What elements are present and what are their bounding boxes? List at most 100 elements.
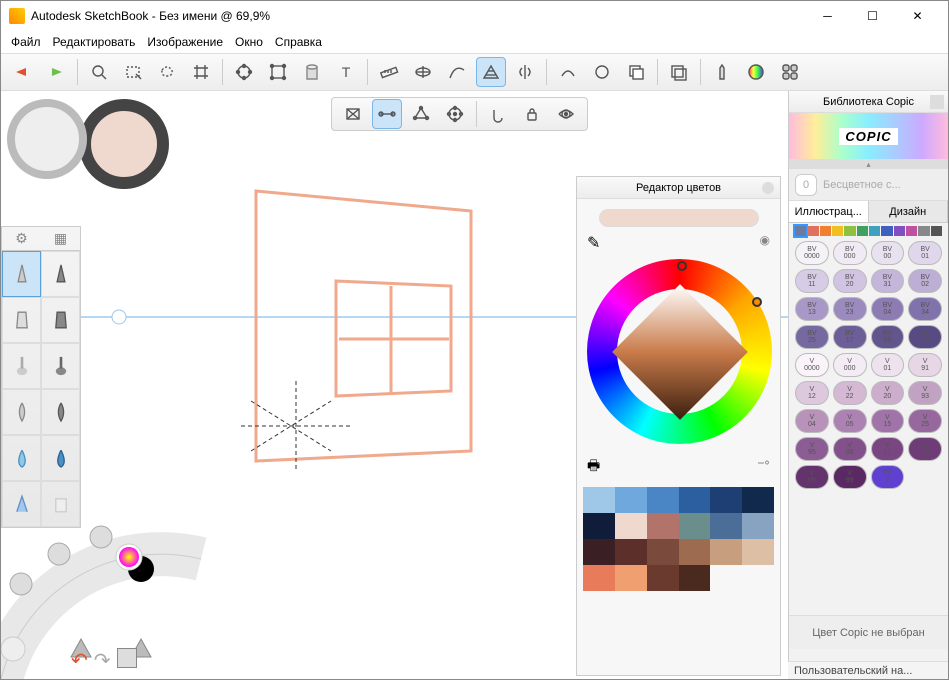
copic-chip-V28[interactable]: V28 bbox=[908, 437, 942, 461]
palette-swatch-13[interactable] bbox=[615, 539, 647, 565]
copic-hue-5[interactable] bbox=[857, 226, 868, 236]
brush-slot-0[interactable] bbox=[2, 251, 41, 297]
copic-chip-BV01[interactable]: BV01 bbox=[908, 241, 942, 265]
copic-hue-11[interactable] bbox=[931, 226, 942, 236]
lagoon-menu[interactable]: ↶ ↷ bbox=[1, 499, 221, 679]
ui-toggle-button[interactable] bbox=[775, 57, 805, 87]
copic-hue-10[interactable] bbox=[918, 226, 929, 236]
copic-chip-V12[interactable]: V12 bbox=[795, 381, 829, 405]
palette-swatch-16[interactable] bbox=[710, 539, 742, 565]
text-button[interactable]: T bbox=[331, 57, 361, 87]
add-image-button[interactable] bbox=[664, 57, 694, 87]
palette-swatch-19[interactable] bbox=[615, 565, 647, 591]
palette-swatch-11[interactable] bbox=[742, 513, 774, 539]
brush-puck-button[interactable] bbox=[707, 57, 737, 87]
copic-chip-BV34[interactable]: BV34 bbox=[908, 297, 942, 321]
transform-free-button[interactable] bbox=[229, 57, 259, 87]
copic-chip-V20[interactable]: V20 bbox=[871, 381, 905, 405]
close-button[interactable]: ✕ bbox=[895, 2, 940, 30]
copic-chip-V04[interactable]: V04 bbox=[795, 409, 829, 433]
select-lasso-button[interactable] bbox=[152, 57, 182, 87]
copic-hue-1[interactable] bbox=[807, 226, 818, 236]
hue-handle-2[interactable] bbox=[752, 297, 762, 307]
copic-hue-2[interactable] bbox=[820, 226, 831, 236]
undo-button[interactable] bbox=[7, 57, 37, 87]
persp-3pt-button[interactable] bbox=[406, 99, 436, 129]
copic-chip-BV13[interactable]: BV13 bbox=[795, 297, 829, 321]
palette-swatch-0[interactable] bbox=[583, 487, 615, 513]
color-puck-button[interactable] bbox=[741, 57, 771, 87]
redo-button[interactable] bbox=[41, 57, 71, 87]
copic-chip-BV25[interactable]: BV25 bbox=[795, 325, 829, 349]
minimize-button[interactable]: ─ bbox=[805, 2, 850, 30]
bucket-button[interactable] bbox=[297, 57, 327, 87]
snap-button[interactable] bbox=[483, 99, 513, 129]
palette-swatch-6[interactable] bbox=[583, 513, 615, 539]
palette-swatch-18[interactable] bbox=[583, 565, 615, 591]
copic-chip-V06[interactable]: V06 bbox=[833, 437, 867, 461]
copic-chip-BV23[interactable]: BV23 bbox=[833, 297, 867, 321]
copic-chip-V15[interactable]: V15 bbox=[871, 409, 905, 433]
lagoon-layers-icon[interactable] bbox=[117, 648, 137, 668]
palette-swatch-21[interactable] bbox=[679, 565, 711, 591]
color-wheel[interactable] bbox=[587, 259, 772, 444]
copic-chip-BV04[interactable]: BV04 bbox=[871, 297, 905, 321]
palette-swatch-3[interactable] bbox=[679, 487, 711, 513]
palette-swatch-12[interactable] bbox=[583, 539, 615, 565]
symmetry-button[interactable] bbox=[510, 57, 540, 87]
predictive-stroke-button[interactable] bbox=[553, 57, 583, 87]
copic-chip-V93[interactable]: V93 bbox=[908, 381, 942, 405]
distort-button[interactable] bbox=[263, 57, 293, 87]
copic-hue-3[interactable] bbox=[832, 226, 843, 236]
menu-image[interactable]: Изображение bbox=[147, 35, 223, 49]
palette-swatch-1[interactable] bbox=[615, 487, 647, 513]
menu-edit[interactable]: Редактировать bbox=[53, 35, 136, 49]
hue-handle[interactable] bbox=[677, 261, 687, 271]
copic-chip-BV0000[interactable]: BV0000 bbox=[795, 241, 829, 265]
ruler-button[interactable] bbox=[374, 57, 404, 87]
copic-chip-BV31[interactable]: BV31 bbox=[871, 269, 905, 293]
copic-chip-V17[interactable]: V17 bbox=[871, 437, 905, 461]
primary-color-puck[interactable] bbox=[7, 99, 87, 179]
copic-chip-BV00[interactable]: BV00 bbox=[871, 241, 905, 265]
copic-chip-BV17[interactable]: BV17 bbox=[833, 325, 867, 349]
brush-slot-1[interactable] bbox=[41, 251, 80, 297]
copic-chip-BV08[interactable]: BV08 bbox=[871, 325, 905, 349]
copic-hue-8[interactable] bbox=[894, 226, 905, 236]
steady-stroke-button[interactable] bbox=[587, 57, 617, 87]
copic-chip-V000[interactable]: V000 bbox=[833, 353, 867, 377]
menu-file[interactable]: Файл bbox=[11, 35, 41, 49]
brush-slot-7[interactable] bbox=[41, 389, 80, 435]
copic-title[interactable]: Библиотека Copic bbox=[789, 91, 948, 113]
copic-chip-FV2[interactable]: FV2 bbox=[871, 465, 905, 489]
menu-window[interactable]: Окно bbox=[235, 35, 263, 49]
persp-fisheye-button[interactable] bbox=[440, 99, 470, 129]
palette-swatch-5[interactable] bbox=[742, 487, 774, 513]
palette-swatch-8[interactable] bbox=[647, 513, 679, 539]
brush-slot-3[interactable] bbox=[41, 297, 80, 343]
copic-chip-V91[interactable]: V91 bbox=[908, 353, 942, 377]
brush-slot-8[interactable] bbox=[2, 435, 41, 481]
palette-swatch-2[interactable] bbox=[647, 487, 679, 513]
copic-tab-illustration[interactable]: Иллюстрац... bbox=[789, 201, 869, 222]
brush-tab-sliders-icon[interactable]: ⚙ bbox=[2, 227, 41, 250]
copic-chip-V22[interactable]: V22 bbox=[833, 381, 867, 405]
palette-swatch-14[interactable] bbox=[647, 539, 679, 565]
brush-slot-5[interactable] bbox=[41, 343, 80, 389]
brush-slot-2[interactable] bbox=[2, 297, 41, 343]
eyedropper-icon[interactable]: ✎ bbox=[587, 233, 600, 253]
lagoon-undo-icon[interactable]: ↶ bbox=[71, 648, 88, 673]
crop-button[interactable] bbox=[186, 57, 216, 87]
brush-tab-library-icon[interactable]: ▦ bbox=[41, 227, 80, 250]
palette-swatch-17[interactable] bbox=[742, 539, 774, 565]
copic-chip-BV11[interactable]: BV11 bbox=[795, 269, 829, 293]
color-diamond[interactable] bbox=[612, 284, 748, 420]
copic-chip-V0000[interactable]: V0000 bbox=[795, 353, 829, 377]
brush-slot-6[interactable] bbox=[2, 389, 41, 435]
copic-chip-V99[interactable]: V99 bbox=[833, 465, 867, 489]
select-rect-button[interactable] bbox=[118, 57, 148, 87]
perspective-button[interactable] bbox=[476, 57, 506, 87]
copic-chip-BV29[interactable]: BV29 bbox=[908, 325, 942, 349]
copic-chip-BV02[interactable]: BV02 bbox=[908, 269, 942, 293]
copic-hue-9[interactable] bbox=[906, 226, 917, 236]
